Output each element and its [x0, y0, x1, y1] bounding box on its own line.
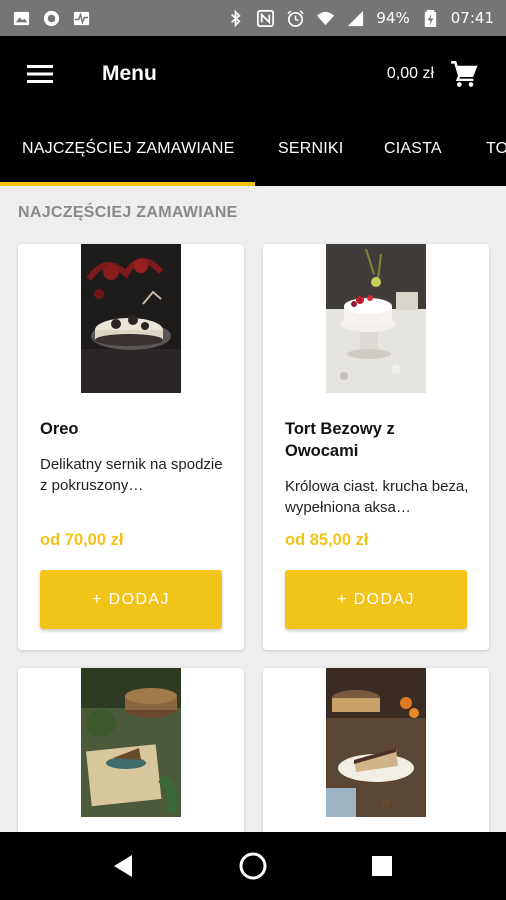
bluetooth-icon: [226, 9, 245, 28]
product-image-oreo[interactable]: [81, 244, 181, 393]
active-tab-indicator: [0, 182, 255, 186]
product-image-4[interactable]: [326, 668, 426, 817]
signal-icon: [346, 9, 365, 28]
product-image-3[interactable]: [81, 668, 181, 817]
status-bar: 94% 07:41: [0, 0, 506, 36]
recents-icon: [371, 856, 392, 876]
wifi-icon: [316, 9, 335, 28]
hamburger-icon: [27, 65, 53, 83]
home-button[interactable]: [233, 846, 273, 886]
tab-ciasta[interactable]: CIASTA: [384, 112, 442, 186]
battery-icon: [421, 9, 440, 28]
circle-icon: [42, 9, 61, 28]
nfc-icon: [256, 9, 275, 28]
product-description: Królowa ciast. krucha beza, wypełniona a…: [285, 478, 469, 516]
recents-button[interactable]: [362, 846, 402, 886]
status-bar-right: 94% 07:41: [226, 9, 494, 28]
image-icon: [12, 9, 31, 28]
add-to-cart-button[interactable]: + DODAJ: [285, 570, 467, 629]
pulse-icon: [72, 9, 91, 28]
back-button[interactable]: [104, 846, 144, 886]
tab-serniki[interactable]: SERNIKI: [278, 112, 343, 186]
product-name: Tort Bezowy z Owocami: [285, 420, 395, 460]
product-price: od 70,00 zł: [40, 531, 124, 549]
clock: 07:41: [450, 9, 494, 27]
product-image-tort-bezowy[interactable]: [326, 244, 426, 393]
page-title: Menu: [102, 62, 157, 85]
system-nav-bar: [0, 832, 506, 900]
category-tabs: NAJCZĘŚCIEJ ZAMAWIANE SERNIKI CIASTA TO: [0, 112, 506, 186]
cart-icon: [451, 61, 478, 87]
product-card-oreo[interactable]: Oreo Delikatny sernik na spodzie z pokru…: [18, 244, 244, 650]
battery-percent: 94%: [376, 9, 410, 27]
hamburger-menu-button[interactable]: [0, 36, 80, 112]
app-bar: Menu 0,00 zł: [0, 36, 506, 112]
cart-total: 0,00 zł: [386, 65, 434, 82]
status-bar-left: [12, 9, 91, 28]
back-icon: [114, 855, 133, 877]
tab-najczesciej-zamawiane[interactable]: NAJCZĘŚCIEJ ZAMAWIANE: [22, 112, 235, 186]
add-to-cart-button[interactable]: + DODAJ: [40, 570, 222, 629]
alarm-icon: [286, 9, 305, 28]
product-description: Delikatny sernik na spodzie z pokruszony…: [40, 456, 223, 494]
product-price: od 85,00 zł: [285, 531, 369, 549]
product-name: Oreo: [40, 420, 79, 438]
cart-button[interactable]: 0,00 zł: [387, 60, 506, 88]
home-icon: [239, 852, 267, 880]
tab-partial[interactable]: TO: [486, 112, 506, 186]
section-title: NAJCZĘŚCIEJ ZAMAWIANE: [18, 204, 238, 221]
product-card-tort-bezowy[interactable]: Tort Bezowy z Owocami Królowa ciast. kru…: [263, 244, 489, 650]
